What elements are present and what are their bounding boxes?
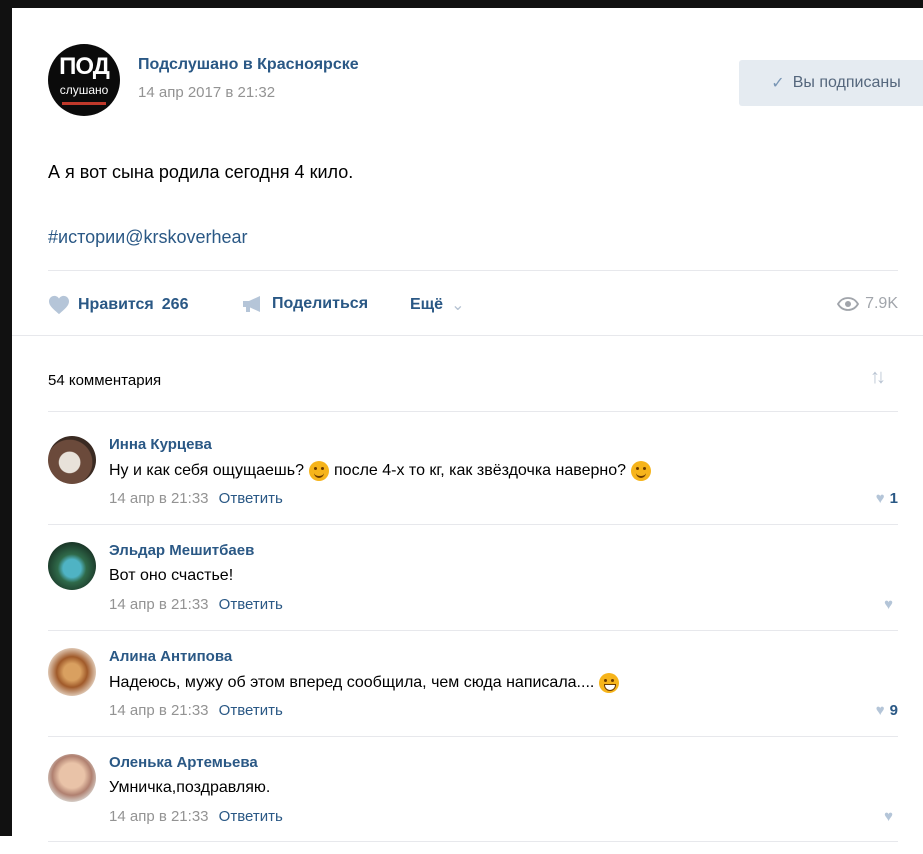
- more-button[interactable]: Ещё ⌄: [410, 295, 464, 315]
- comment-text-part: после 4-х то кг, как звёздочка наверно?: [334, 462, 626, 479]
- sort-icon[interactable]: ↑↓: [870, 366, 886, 389]
- section-divider: [12, 335, 923, 336]
- comment-date[interactable]: 14 апр в 21:33: [109, 490, 209, 507]
- comment-meta: 14 апр в 21:33 Ответить: [109, 808, 283, 825]
- heart-icon: ♥: [884, 808, 893, 825]
- views-counter: 7.9K: [837, 295, 898, 313]
- post-date[interactable]: 14 апр 2017 в 21:32: [138, 84, 275, 101]
- eye-icon: [837, 297, 860, 311]
- comment-item: Алина Антипова Надеюсь, мужу об этом впе…: [48, 648, 898, 748]
- avatar-stripe: [62, 102, 106, 105]
- commenter-avatar[interactable]: [48, 542, 96, 590]
- share-button[interactable]: Поделиться: [242, 295, 368, 313]
- commenter-name[interactable]: Эльдар Мешитбаев: [109, 542, 254, 559]
- like-count: 266: [161, 296, 189, 313]
- heart-icon: ♥: [875, 490, 885, 507]
- comment-meta: 14 апр в 21:33 Ответить: [109, 490, 283, 507]
- divider: [48, 411, 898, 412]
- comment-text: Умничка,поздравляю.: [109, 779, 270, 797]
- chevron-down-icon: ⌄: [451, 297, 465, 314]
- reply-button[interactable]: Ответить: [219, 808, 283, 825]
- subscribed-button[interactable]: ✓ Вы подписаны: [739, 60, 923, 106]
- heart-icon: [49, 295, 69, 315]
- post-actions: Нравится 266 Поделиться Ещё ⌄ 7.9K: [48, 287, 898, 327]
- comment-item: Инна Курцева Ну и как себя ощущаешь? пос…: [48, 436, 898, 536]
- divider: [48, 841, 898, 842]
- avatar-logo-text: ПОД: [59, 53, 110, 80]
- comment-item: Эльдар Мешитбаев Вот оно счастье! 14 апр…: [48, 542, 898, 642]
- reply-button[interactable]: Ответить: [219, 490, 283, 507]
- commenter-avatar[interactable]: [48, 754, 96, 802]
- comment-date[interactable]: 14 апр в 21:33: [109, 808, 209, 825]
- avatar-logo-subtext: слушано: [59, 83, 109, 97]
- comment-like-count: 9: [889, 702, 898, 719]
- megaphone-icon: [243, 296, 260, 312]
- reply-button[interactable]: Ответить: [219, 702, 283, 719]
- share-label: Поделиться: [272, 295, 369, 312]
- grin-emoji-icon: [599, 673, 620, 693]
- commenter-avatar[interactable]: [48, 436, 96, 484]
- subscribed-label: Вы подписаны: [792, 74, 901, 91]
- comment-item: Оленька Артемьева Умничка,поздравляю. 14…: [48, 754, 898, 854]
- comment-text: Вот оно счастье!: [109, 567, 233, 585]
- comment-date[interactable]: 14 апр в 21:33: [109, 596, 209, 613]
- more-label: Ещё: [410, 296, 444, 313]
- divider: [48, 524, 898, 525]
- like-label: Нравится: [78, 296, 154, 313]
- comments-count: 54 комментария: [48, 372, 162, 389]
- commenter-name[interactable]: Инна Курцева: [109, 436, 212, 453]
- post-frame: ПОД слушано Подслушано в Красноярске 14 …: [0, 0, 923, 842]
- like-button[interactable]: Нравится 266: [48, 295, 188, 315]
- comment-text-part: Умничка,поздравляю.: [109, 779, 271, 796]
- comment-text: Ну и как себя ощущаешь? после 4-х то кг,…: [109, 461, 651, 481]
- group-name-link[interactable]: Подслушано в Красноярске: [138, 56, 359, 74]
- group-avatar[interactable]: ПОД слушано: [48, 44, 120, 116]
- heart-icon: ♥: [884, 596, 893, 613]
- wink-emoji-icon: [309, 461, 329, 481]
- comment-like-button[interactable]: ♥ 1: [876, 490, 898, 507]
- post-text: А я вот сына родила сегодня 4 кило.: [48, 162, 354, 182]
- comment-like-button[interactable]: ♥: [884, 596, 898, 613]
- comment-text-part: Надеюсь, мужу об этом вперед сообщила, ч…: [109, 674, 595, 691]
- comment-meta: 14 апр в 21:33 Ответить: [109, 596, 283, 613]
- check-icon: ✓: [771, 75, 785, 92]
- comment-like-button[interactable]: ♥ 9: [876, 702, 898, 719]
- commenter-name[interactable]: Оленька Артемьева: [109, 754, 258, 771]
- views-count: 7.9K: [865, 295, 898, 312]
- commenter-name[interactable]: Алина Антипова: [109, 648, 232, 665]
- comment-like-button[interactable]: ♥: [884, 808, 898, 825]
- heart-icon: ♥: [875, 702, 885, 719]
- comment-like-count: 1: [889, 490, 898, 507]
- divider: [48, 270, 898, 271]
- reply-button[interactable]: Ответить: [219, 596, 283, 613]
- comment-text: Надеюсь, мужу об этом вперед сообщила, ч…: [109, 673, 620, 693]
- divider: [48, 736, 898, 737]
- post-header: ПОД слушано Подслушано в Красноярске 14 …: [48, 44, 923, 124]
- comment-text-part: Ну и как себя ощущаешь?: [109, 462, 304, 479]
- comment-text-part: Вот оно счастье!: [109, 567, 234, 584]
- comment-meta: 14 апр в 21:33 Ответить: [109, 702, 283, 719]
- comment-date[interactable]: 14 апр в 21:33: [109, 702, 209, 719]
- commenter-avatar[interactable]: [48, 648, 96, 696]
- divider: [48, 630, 898, 631]
- hashtag-link[interactable]: #истории@krskoverhear: [48, 227, 248, 248]
- wink-emoji-icon: [631, 461, 651, 481]
